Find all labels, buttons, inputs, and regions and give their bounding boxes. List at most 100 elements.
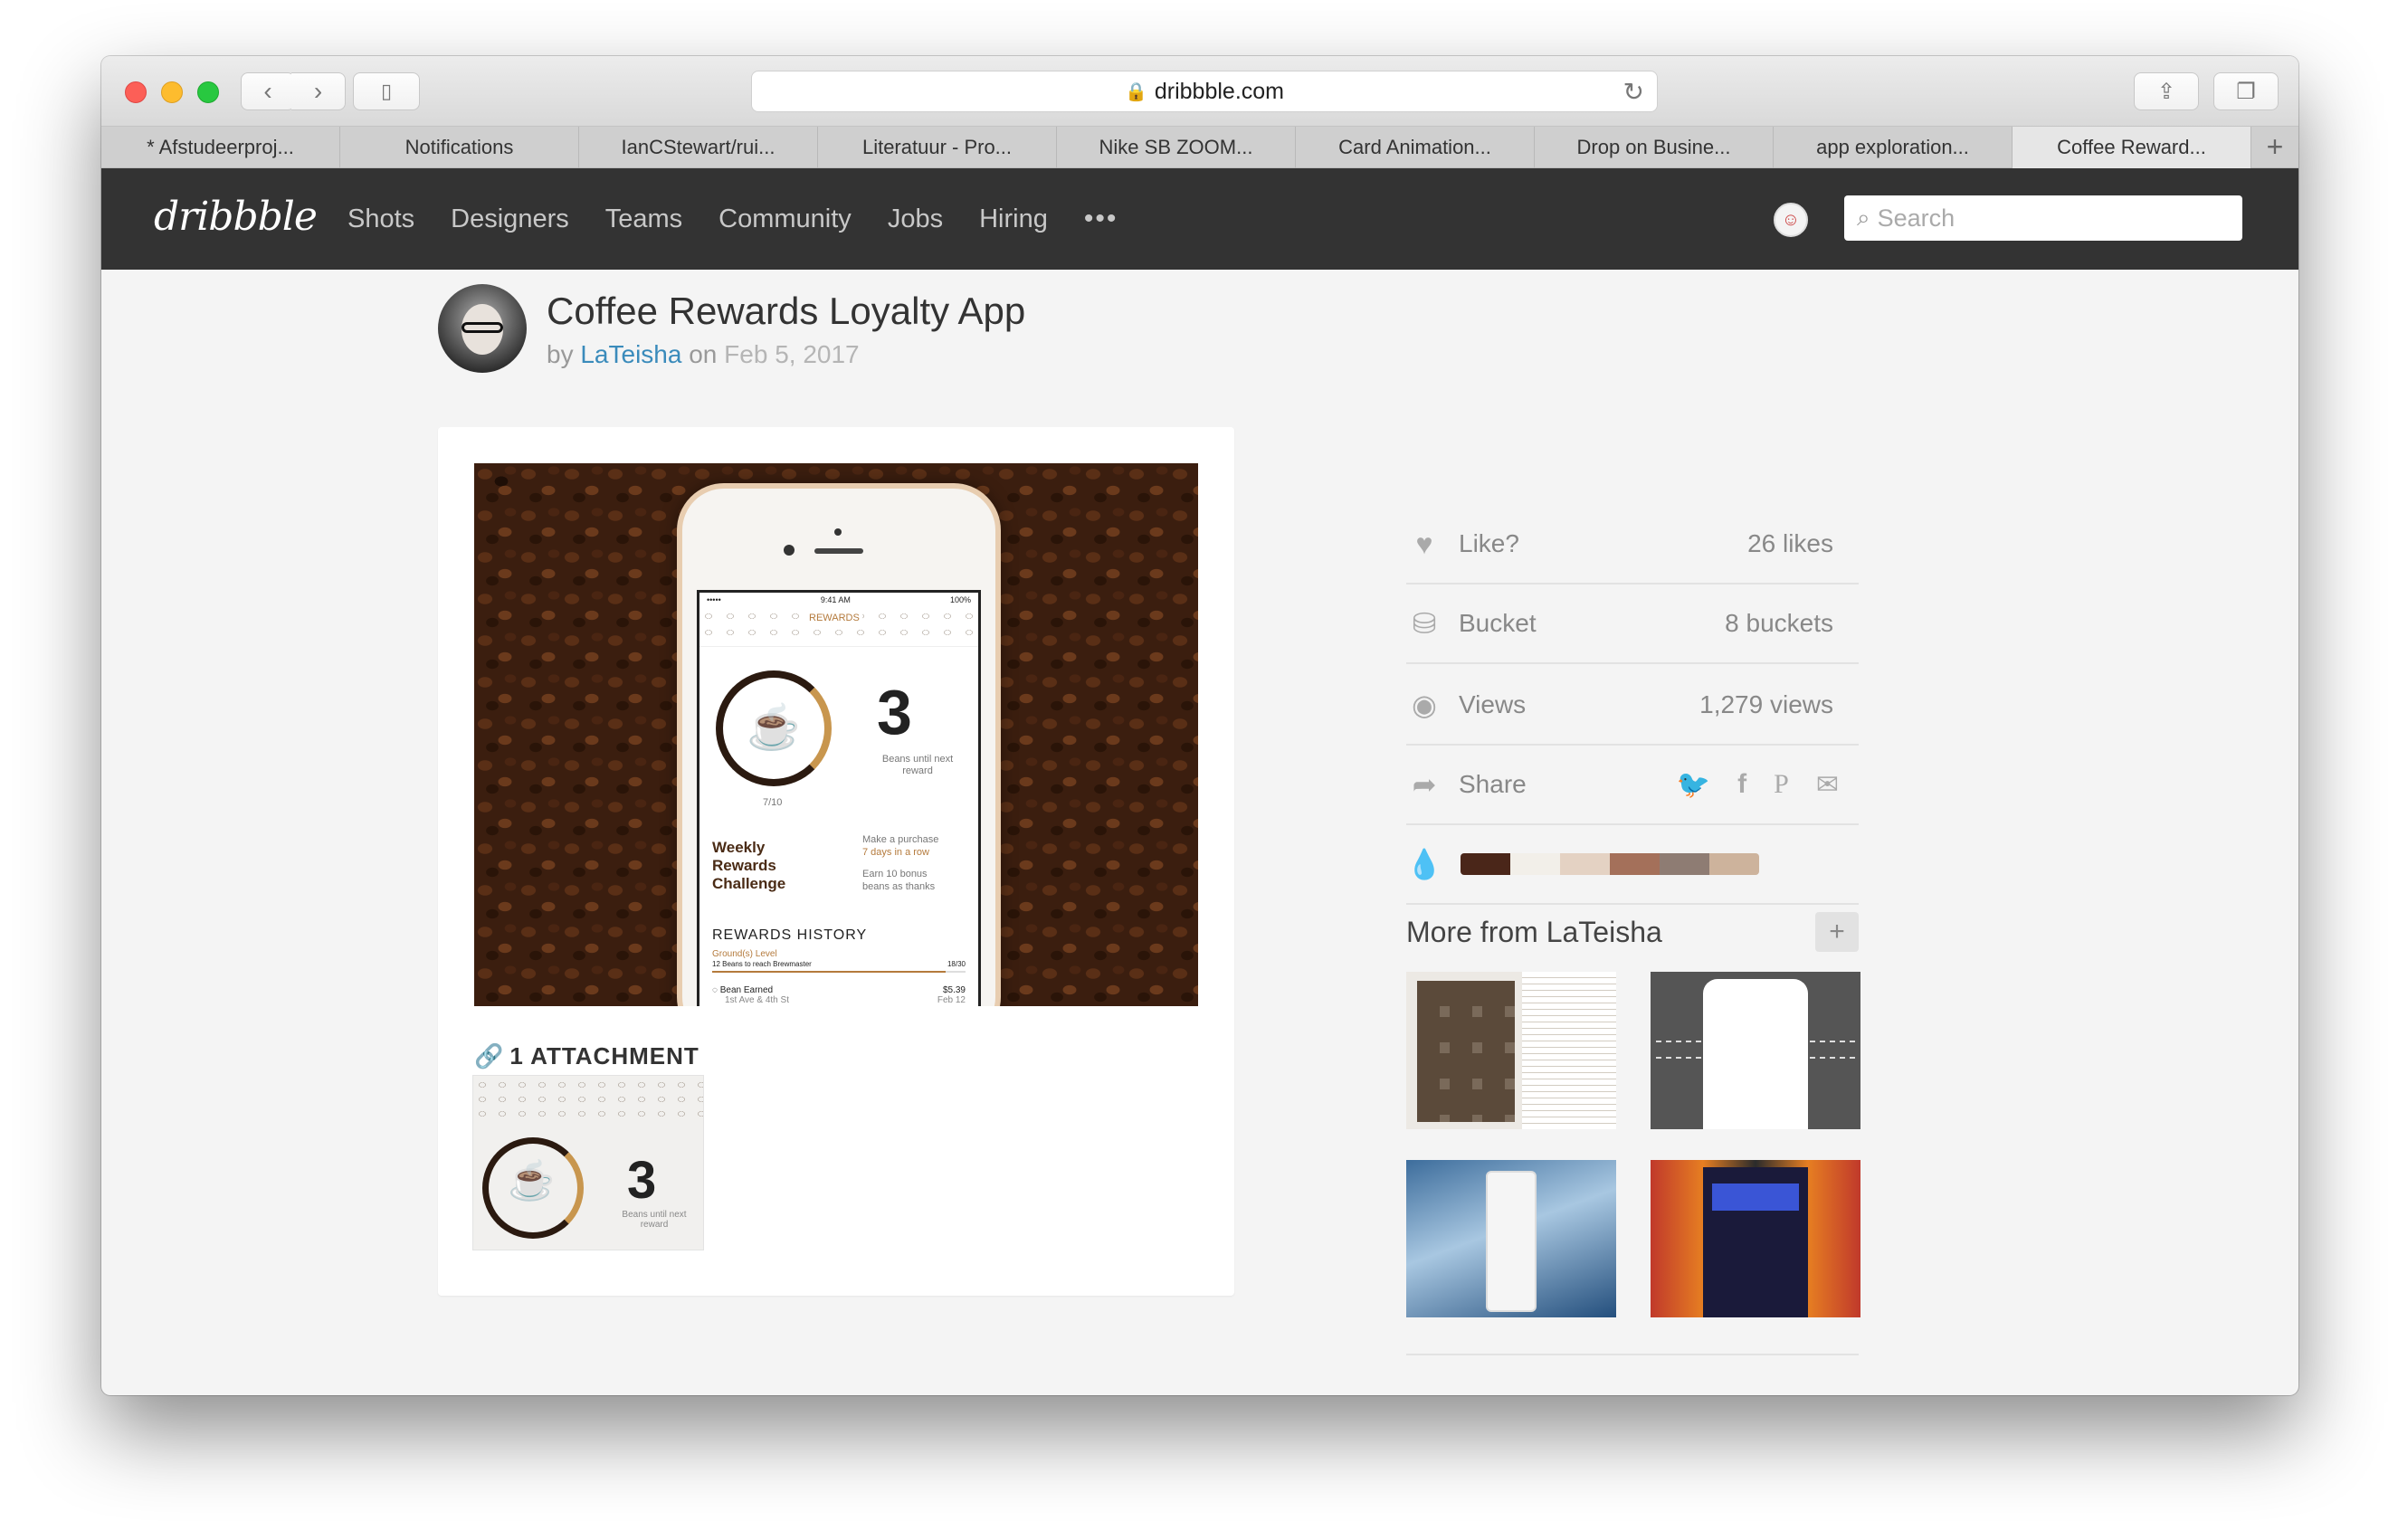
heart-icon: ♥ [1415, 527, 1433, 560]
plus-icon: + [1829, 917, 1845, 946]
nav-links: Shots Designers Teams Community Jobs Hir… [347, 168, 1118, 270]
search-box[interactable]: ⌕ [1844, 195, 2242, 241]
tab[interactable]: Notifications [340, 127, 579, 168]
share-icon: ⇪ [2156, 79, 2176, 104]
phone-mockup: ••••• 9:41 AM 100% REWARDS ☕ 3 Beans unt… [677, 483, 1001, 1006]
bucket-icon: ⛁ [1412, 607, 1437, 640]
back-button[interactable]: ‹ [241, 72, 295, 110]
buckets-count[interactable]: 8 buckets [1725, 609, 1833, 638]
views-row: ◉ Views 1,279 views [1406, 666, 1859, 746]
more-from-title: More from LaTeisha [1406, 916, 1662, 948]
shot-byline: by LaTeisha on Feb 5, 2017 [547, 340, 860, 369]
more-shot-thumbnail[interactable] [1406, 972, 1616, 1129]
color-drop-icon: 💧 [1406, 848, 1442, 880]
nav-link-shots[interactable]: Shots [347, 204, 414, 234]
beans-count-sub: Beans until next reward [881, 754, 954, 776]
attachment-count: 3 [627, 1151, 657, 1210]
palette-swatch[interactable] [1660, 853, 1709, 875]
search-icon: ⌕ [1857, 204, 1870, 231]
forward-button[interactable]: › [291, 72, 346, 110]
camera-icon [784, 545, 795, 556]
chevron-right-icon: › [313, 77, 323, 105]
history-row: ◌ Bean Earned 1st Ave & 4th St $5.39 Feb 1… [712, 985, 966, 1005]
tab[interactable]: app exploration... [1774, 127, 2013, 168]
search-input[interactable] [1877, 204, 2222, 233]
shot-image[interactable]: ••••• 9:41 AM 100% REWARDS ☕ 3 Beans unt… [474, 463, 1198, 1006]
new-tab-button[interactable]: + [2251, 127, 2298, 167]
share-row: ➦ Share 🐦 f P ✉ [1406, 746, 1859, 825]
attachment-thumbnail[interactable]: ☕ 3 Beans until next reward [472, 1075, 704, 1250]
more-menu-icon[interactable]: ••• [1084, 204, 1118, 234]
sidebar-icon: ▯ [380, 80, 393, 102]
chevron-left-icon: ‹ [263, 77, 272, 105]
url-text: dribbble.com [1154, 78, 1285, 104]
author-avatar[interactable] [438, 284, 527, 373]
address-bar[interactable]: 🔒 dribbble.com ↻ [751, 71, 1658, 112]
palette-swatch[interactable] [1560, 853, 1610, 875]
palette-swatch[interactable] [1610, 853, 1660, 875]
app-screen: ••••• 9:41 AM 100% REWARDS ☕ 3 Beans unt… [697, 590, 981, 1006]
tab[interactable]: IanCStewart/rui... [579, 127, 818, 168]
palette-swatch[interactable] [1709, 853, 1759, 875]
nav-link-hiring[interactable]: Hiring [979, 204, 1048, 234]
user-avatar[interactable]: ☺ [1774, 203, 1808, 237]
facebook-icon[interactable]: f [1737, 769, 1746, 801]
share-label: Share [1459, 770, 1527, 798]
share-arrow-icon: ➦ [1412, 768, 1437, 801]
like-row[interactable]: ♥ Like? 26 likes [1406, 505, 1859, 585]
browser-window: ‹ › ▯ 🔒 dribbble.com ↻ ⇪ ❐ * Afstudeerpr… [101, 56, 2298, 1395]
palette-swatch[interactable] [1461, 853, 1510, 875]
shot-title: Coffee Rewards Loyalty App [547, 290, 1026, 332]
dribbble-logo[interactable]: dribbble [154, 194, 318, 240]
like-label[interactable]: Like? [1459, 529, 1519, 558]
zoom-window-button[interactable] [197, 81, 219, 103]
tab[interactable]: Card Animation... [1296, 127, 1535, 168]
history-title: REWARDS HISTORY [712, 927, 868, 943]
tab[interactable]: Literatuur - Pro... [818, 127, 1057, 168]
coffee-cup-icon: ☕ [508, 1159, 556, 1202]
beans-count: 3 [877, 677, 912, 747]
more-shot-thumbnail[interactable] [1651, 972, 1860, 1129]
mail-icon[interactable]: ✉ [1816, 769, 1839, 801]
attachments-heading: 🔗 1 ATTACHMENT [474, 1042, 699, 1069]
byline-by: by [547, 340, 574, 368]
eye-icon: ◉ [1412, 689, 1437, 721]
reload-icon[interactable]: ↻ [1623, 77, 1644, 107]
tab[interactable]: Nike SB ZOOM... [1057, 127, 1296, 168]
twitter-icon[interactable]: 🐦 [1677, 769, 1710, 801]
title-bar: ‹ › ▯ 🔒 dribbble.com ↻ ⇪ ❐ [101, 56, 2298, 127]
coffee-cup-icon: ☕ [747, 704, 801, 752]
bucket-label[interactable]: Bucket [1459, 609, 1537, 638]
tab[interactable]: * Afstudeerproj... [101, 127, 340, 168]
author-link[interactable]: LaTeisha [580, 340, 681, 368]
shot-date: Feb 5, 2017 [724, 340, 860, 368]
sidebar-toggle-button[interactable]: ▯ [353, 72, 420, 110]
palette-swatch[interactable] [1510, 853, 1560, 875]
tabs-icon: ❐ [2236, 79, 2256, 104]
tab-active[interactable]: Coffee Reward... [2013, 127, 2251, 168]
challenge-text: Make a purchase 7 days in a row Earn 10 … [862, 834, 939, 892]
share-browser-button[interactable]: ⇪ [2134, 72, 2199, 110]
nav-link-designers[interactable]: Designers [451, 204, 569, 234]
likes-count[interactable]: 26 likes [1747, 529, 1833, 558]
close-window-button[interactable] [125, 81, 147, 103]
attachment-sub: Beans until next reward [622, 1210, 687, 1230]
more-shot-thumbnail[interactable] [1651, 1160, 1860, 1317]
minimize-window-button[interactable] [161, 81, 183, 103]
history-progress-bar [712, 971, 966, 973]
nav-link-teams[interactable]: Teams [605, 204, 682, 234]
palette-row: 💧 [1406, 825, 1859, 905]
nav-link-jobs[interactable]: Jobs [888, 204, 943, 234]
tab-bar: * Afstudeerproj... Notifications IanCSte… [101, 127, 2298, 168]
challenge-title: Weekly Rewards Challenge [712, 839, 786, 892]
plus-icon: + [2266, 130, 2284, 163]
tab-overview-button[interactable]: ❐ [2213, 72, 2279, 110]
status-bar: ••••• 9:41 AM 100% [707, 595, 971, 604]
bucket-row[interactable]: ⛁ Bucket 8 buckets [1406, 585, 1859, 664]
pinterest-icon[interactable]: P [1774, 769, 1789, 801]
nav-link-community[interactable]: Community [718, 204, 852, 234]
glasses-icon [462, 322, 503, 333]
follow-plus-button[interactable]: + [1815, 912, 1859, 952]
tab[interactable]: Drop on Busine... [1535, 127, 1774, 168]
more-shot-thumbnail[interactable] [1406, 1160, 1616, 1317]
